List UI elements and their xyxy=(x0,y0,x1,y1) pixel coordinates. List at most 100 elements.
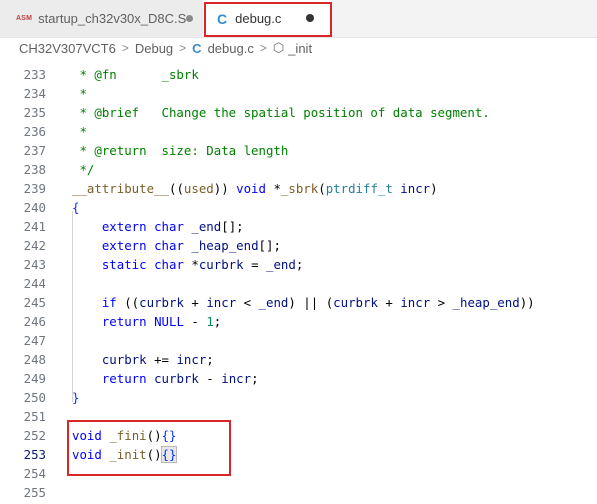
code-token: char xyxy=(154,238,184,253)
code-line[interactable]: 250} xyxy=(0,388,597,407)
line-number: 249 xyxy=(23,371,46,386)
line-number: 253 xyxy=(23,447,46,462)
breadcrumb-item-project[interactable]: CH32V307VCT6 xyxy=(19,41,116,56)
code-line[interactable]: 246 return NULL - 1; xyxy=(0,312,597,331)
code-token: * @brief Change the spatial position of … xyxy=(72,105,490,120)
code-token: extern xyxy=(101,219,147,234)
code-token: curbrk xyxy=(333,295,378,310)
unsaved-dot-icon[interactable] xyxy=(186,15,193,22)
line-number: 235 xyxy=(23,105,46,120)
code-token: )) xyxy=(519,295,535,310)
code-line[interactable]: 234 * xyxy=(0,84,597,103)
code-token: - xyxy=(198,371,222,386)
line-number: 250 xyxy=(23,390,46,405)
line-code: { xyxy=(72,198,79,217)
code-line[interactable]: 238 */ xyxy=(0,160,597,179)
code-token: += xyxy=(146,352,177,367)
code-token: * xyxy=(72,124,87,139)
line-code: * @brief Change the spatial position of … xyxy=(72,103,490,122)
code-line[interactable]: 247 xyxy=(0,331,597,350)
code-line[interactable]: 244 xyxy=(0,274,597,293)
breadcrumb-item-folder[interactable]: Debug xyxy=(135,41,173,56)
code-token: )) xyxy=(213,181,237,196)
code-token: ; xyxy=(206,352,214,367)
code-token: * xyxy=(72,86,87,101)
code-token: _end xyxy=(191,219,222,234)
code-line[interactable]: 249 return curbrk - incr; xyxy=(0,369,597,388)
line-number: 233 xyxy=(23,67,46,82)
line-code: * @return size: Data length xyxy=(72,141,288,160)
code-line[interactable]: 237 * @return size: Data length xyxy=(0,141,597,160)
tab-startup-file[interactable]: ASM startup_ch32v30x_D8C.S xyxy=(0,0,203,37)
code-line[interactable]: 245 if ((curbrk + incr < _end) || (curbr… xyxy=(0,293,597,312)
code-token: if xyxy=(101,295,117,310)
line-number: 236 xyxy=(23,124,46,139)
tab-label: startup_ch32v30x_D8C.S xyxy=(38,11,187,26)
code-token: return xyxy=(101,314,147,329)
code-token: void xyxy=(236,181,266,196)
code-token: used xyxy=(183,181,214,196)
code-line[interactable]: 248 curbrk += incr; xyxy=(0,350,597,369)
line-code: extern char _end[]; xyxy=(72,217,244,236)
code-line[interactable]: 255 xyxy=(0,483,597,502)
line-number: 239 xyxy=(23,181,46,196)
code-token: _sbrk xyxy=(280,181,319,196)
line-number: 255 xyxy=(23,485,46,500)
code-token: * xyxy=(265,181,281,196)
code-token: curbrk xyxy=(101,352,147,367)
line-number: 247 xyxy=(23,333,46,348)
code-token: []; xyxy=(258,238,281,253)
code-line[interactable]: 233 * @fn _sbrk xyxy=(0,65,597,84)
chevron-right-icon: > xyxy=(259,41,267,55)
code-line[interactable]: 236 * xyxy=(0,122,597,141)
line-number: 245 xyxy=(23,295,46,310)
code-line[interactable]: 242 extern char _heap_end[]; xyxy=(0,236,597,255)
line-number: 238 xyxy=(23,162,46,177)
breadcrumb-item-symbol[interactable]: _init xyxy=(288,41,312,56)
code-token: return xyxy=(101,371,147,386)
code-token: ; xyxy=(251,371,259,386)
line-number: 246 xyxy=(23,314,46,329)
line-code: __attribute__((used)) void *_sbrk(ptrdif… xyxy=(72,179,438,198)
code-line[interactable]: 240 { xyxy=(0,198,597,217)
line-number: 241 xyxy=(23,219,46,234)
code-token: * @fn _sbrk xyxy=(72,67,199,82)
chevron-right-icon: > xyxy=(179,41,187,55)
code-line[interactable]: 243 static char *curbrk = _end; xyxy=(0,255,597,274)
code-token: ; xyxy=(213,314,222,329)
code-token: ( xyxy=(318,181,326,196)
code-token: (( xyxy=(168,181,184,196)
code-token: ptrdiff_t xyxy=(325,181,393,196)
line-number: 244 xyxy=(23,276,46,291)
line-code: * xyxy=(72,122,87,141)
code-token: char xyxy=(154,219,184,234)
code-line[interactable]: 239 __attribute__((used)) void *_sbrk(ptr… xyxy=(0,179,597,198)
code-token: = xyxy=(243,257,266,272)
code-token: incr xyxy=(400,181,431,196)
code-token: curbrk xyxy=(198,257,244,272)
code-token: } xyxy=(72,390,80,405)
code-line[interactable]: 241 extern char _end[]; xyxy=(0,217,597,236)
code-token: extern xyxy=(101,238,147,253)
editor-tab-bar: ASM startup_ch32v30x_D8C.S C debug.c xyxy=(0,0,597,38)
code-token: 1 xyxy=(206,314,214,329)
symbol-method-icon: ⬡ xyxy=(272,40,285,55)
code-token: incr xyxy=(400,295,431,310)
line-code: * @fn _sbrk xyxy=(72,65,199,84)
line-number: 254 xyxy=(23,466,46,481)
breadcrumb-item-file[interactable]: debug.c xyxy=(208,41,254,56)
code-token: incr xyxy=(176,352,207,367)
breadcrumb: CH32V307VCT6 > Debug > C debug.c > ⬡ _in… xyxy=(0,37,597,59)
line-number: 234 xyxy=(23,86,46,101)
code-token: + xyxy=(377,295,401,310)
code-line[interactable]: 235 * @brief Change the spatial position… xyxy=(0,103,597,122)
